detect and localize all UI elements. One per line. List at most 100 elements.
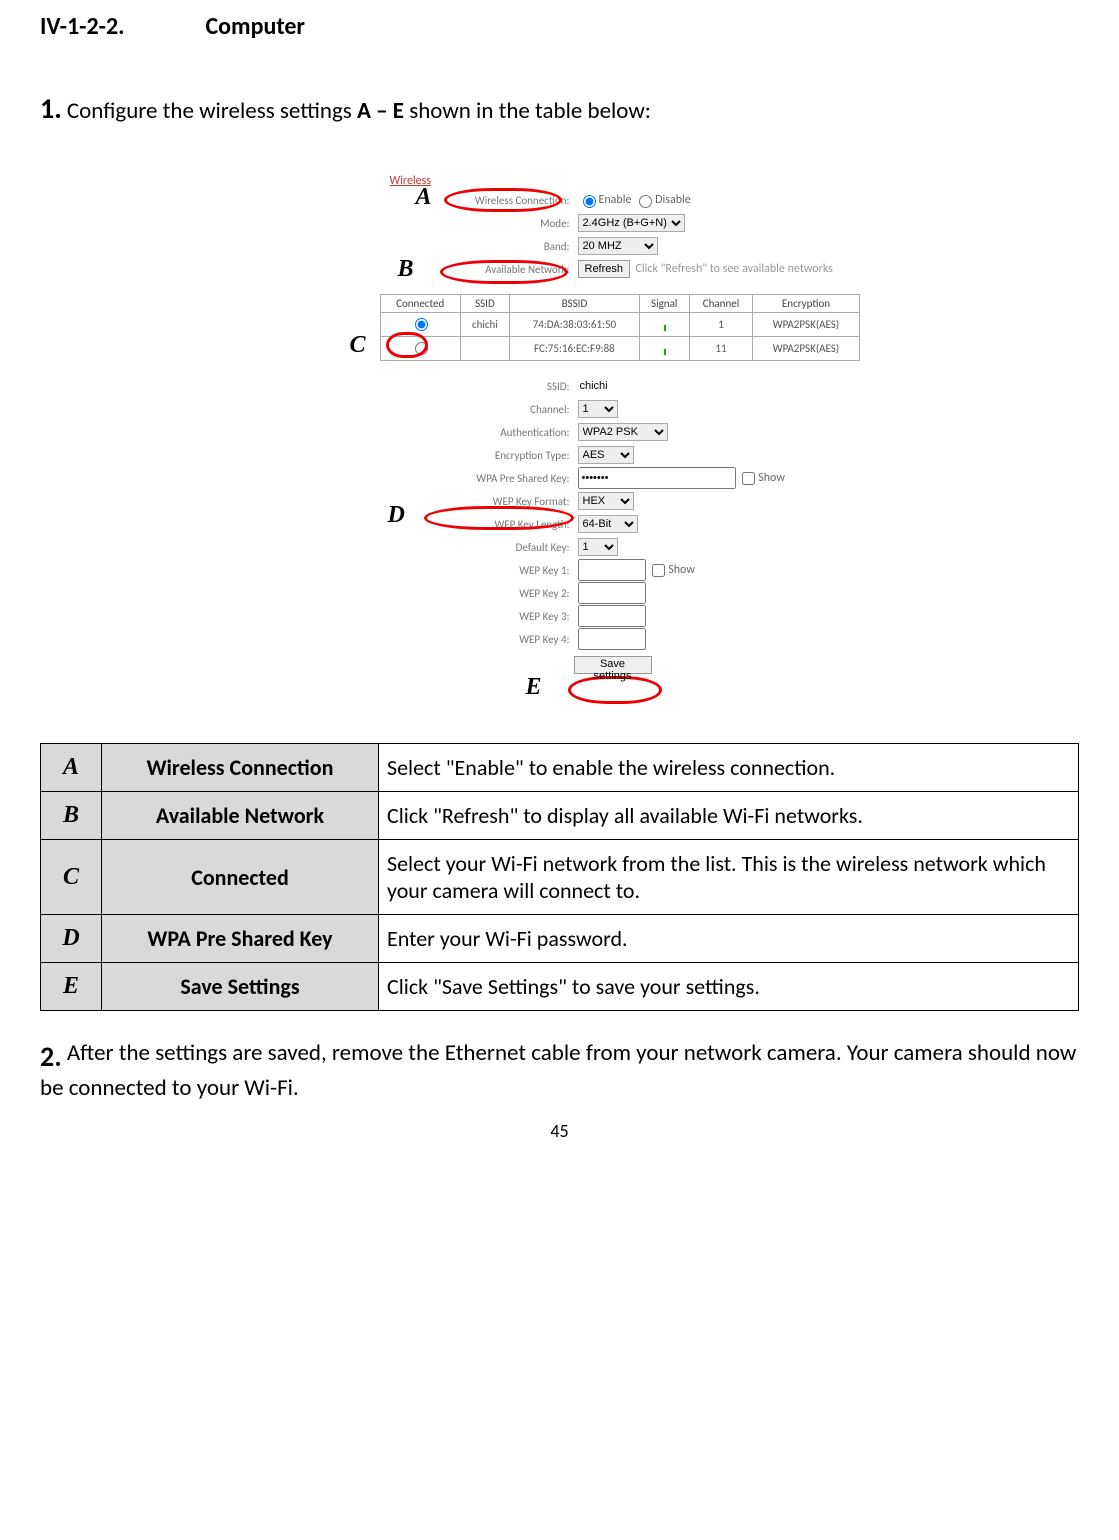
- wep4-label: WEP Key 4:: [180, 633, 578, 646]
- psk-label: WPA Pre Shared Key:: [180, 472, 578, 485]
- callout-B: B: [398, 256, 414, 283]
- available-network-label: Available Network:: [180, 263, 578, 276]
- desc-key-B: B: [41, 792, 102, 840]
- table-row[interactable]: chichi 74:DA:38:03:61:50 1 WPA2PSK(AES): [380, 313, 859, 337]
- refresh-hint: Click "Refresh" to see available network…: [635, 262, 832, 276]
- net-select-radio-0[interactable]: [415, 318, 428, 331]
- auth-label: Authentication:: [180, 426, 578, 439]
- desc-text-C: Select your Wi-Fi network from the list.…: [379, 840, 1079, 915]
- callout-D: D: [388, 502, 405, 529]
- desc-name-E: Save Settings: [102, 963, 379, 1011]
- refresh-button[interactable]: Refresh: [578, 260, 631, 278]
- wireless-settings-screenshot: Wireless A B C D E Wireless Connection: …: [180, 174, 940, 683]
- th-signal: Signal: [639, 295, 689, 313]
- desc-row-E: E Save Settings Click "Save Settings" to…: [41, 963, 1079, 1011]
- defkey-label: Default Key:: [180, 541, 578, 554]
- step-1-text-post: shown in the table below:: [404, 97, 651, 125]
- channel-select[interactable]: 1: [578, 400, 618, 418]
- wep2-input[interactable]: [578, 582, 646, 604]
- step-2-number: 2.: [40, 1039, 62, 1074]
- weplen-select[interactable]: 64-Bit: [578, 515, 638, 533]
- table-header-row: Connected SSID BSSID Signal Channel Encr…: [380, 295, 859, 313]
- mode-label: Mode:: [180, 217, 578, 230]
- cell-signal-0: [639, 313, 689, 337]
- cell-enc-1: WPA2PSK(AES): [753, 337, 859, 361]
- step-2-text: After the settings are saved, remove the…: [40, 1039, 1076, 1102]
- cell-ssid-0: chichi: [460, 313, 509, 337]
- wc-enable-radio[interactable]: [583, 195, 596, 208]
- wc-label: Wireless Connection:: [180, 194, 578, 207]
- desc-text-E: Click "Save Settings" to save your setti…: [379, 963, 1079, 1011]
- desc-row-B: B Available Network Click "Refresh" to d…: [41, 792, 1079, 840]
- show-psk-label: Show: [758, 471, 785, 485]
- th-connected: Connected: [380, 295, 460, 313]
- wep4-input[interactable]: [578, 628, 646, 650]
- weplen-label: WEP Key Length:: [180, 518, 578, 531]
- channel-label: Channel:: [180, 403, 578, 416]
- callout-C: C: [350, 332, 366, 359]
- th-ssid: SSID: [460, 295, 509, 313]
- callout-E: E: [526, 674, 542, 701]
- desc-key-C: C: [41, 840, 102, 915]
- cell-channel-1: 11: [689, 337, 753, 361]
- section-title-text: Computer: [205, 12, 305, 41]
- wireless-header: Wireless: [390, 174, 940, 188]
- cell-enc-0: WPA2PSK(AES): [753, 313, 859, 337]
- auth-select[interactable]: WPA2 PSK: [578, 423, 668, 441]
- desc-name-B: Available Network: [102, 792, 379, 840]
- show-psk-checkbox[interactable]: [742, 472, 755, 485]
- wep2-label: WEP Key 2:: [180, 587, 578, 600]
- desc-row-C: C Connected Select your Wi-Fi network fr…: [41, 840, 1079, 915]
- enc-select[interactable]: AES: [578, 446, 634, 464]
- desc-row-D: D WPA Pre Shared Key Enter your Wi-Fi pa…: [41, 915, 1079, 963]
- desc-key-D: D: [41, 915, 102, 963]
- band-select[interactable]: 20 MHZ: [578, 237, 658, 255]
- step-1-number: 1.: [40, 91, 62, 126]
- show-wep1-checkbox[interactable]: [652, 564, 665, 577]
- section-number: IV-1-2-2.: [40, 12, 200, 41]
- wepfmt-label: WEP Key Format:: [180, 495, 578, 508]
- wep1-label: WEP Key 1:: [180, 564, 578, 577]
- desc-key-E: E: [41, 963, 102, 1011]
- desc-text-A: Select "Enable" to enable the wireless c…: [379, 744, 1079, 792]
- step-1: 1. Configure the wireless settings A – E…: [40, 91, 1079, 126]
- cell-channel-0: 1: [689, 313, 753, 337]
- desc-name-A: Wireless Connection: [102, 744, 379, 792]
- show-wep1-label: Show: [668, 563, 695, 577]
- mode-select[interactable]: 2.4GHz (B+G+N): [578, 214, 685, 232]
- th-bssid: BSSID: [509, 295, 639, 313]
- enc-label: Encryption Type:: [180, 449, 578, 462]
- desc-key-A: A: [41, 744, 102, 792]
- wep3-input[interactable]: [578, 605, 646, 627]
- save-settings-button[interactable]: Save settings: [574, 656, 652, 674]
- desc-name-D: WPA Pre Shared Key: [102, 915, 379, 963]
- callout-A: A: [416, 184, 432, 211]
- wc-disable-text: Disable: [655, 193, 691, 207]
- cell-bssid-0: 74:DA:38:03:61:50: [509, 313, 639, 337]
- step-1-text-pre: Configure the wireless settings: [67, 97, 357, 125]
- net-select-radio-1[interactable]: [415, 342, 428, 355]
- description-table: A Wireless Connection Select "Enable" to…: [40, 743, 1079, 1011]
- band-label: Band:: [180, 240, 578, 253]
- ssid-label: SSID:: [180, 380, 578, 393]
- step-1-bold: A – E: [357, 97, 404, 125]
- wc-enable-text: Enable: [599, 193, 632, 207]
- psk-input[interactable]: [578, 467, 736, 489]
- desc-name-C: Connected: [102, 840, 379, 915]
- th-encryption: Encryption: [753, 295, 859, 313]
- ssid-value: [578, 377, 692, 395]
- desc-row-A: A Wireless Connection Select "Enable" to…: [41, 744, 1079, 792]
- page-number: 45: [40, 1120, 1079, 1142]
- wep1-input[interactable]: [578, 559, 646, 581]
- defkey-select[interactable]: 1: [578, 538, 618, 556]
- table-row[interactable]: FC:75:16:EC:F9:88 11 WPA2PSK(AES): [380, 337, 859, 361]
- wepfmt-select[interactable]: HEX: [578, 492, 634, 510]
- wep3-label: WEP Key 3:: [180, 610, 578, 623]
- wc-disable-radio[interactable]: [639, 195, 652, 208]
- cell-bssid-1: FC:75:16:EC:F9:88: [509, 337, 639, 361]
- network-list-table: Connected SSID BSSID Signal Channel Encr…: [380, 294, 860, 361]
- desc-text-B: Click "Refresh" to display all available…: [379, 792, 1079, 840]
- th-channel: Channel: [689, 295, 753, 313]
- step-2: 2. After the settings are saved, remove …: [40, 1039, 1079, 1102]
- cell-ssid-1: [460, 337, 509, 361]
